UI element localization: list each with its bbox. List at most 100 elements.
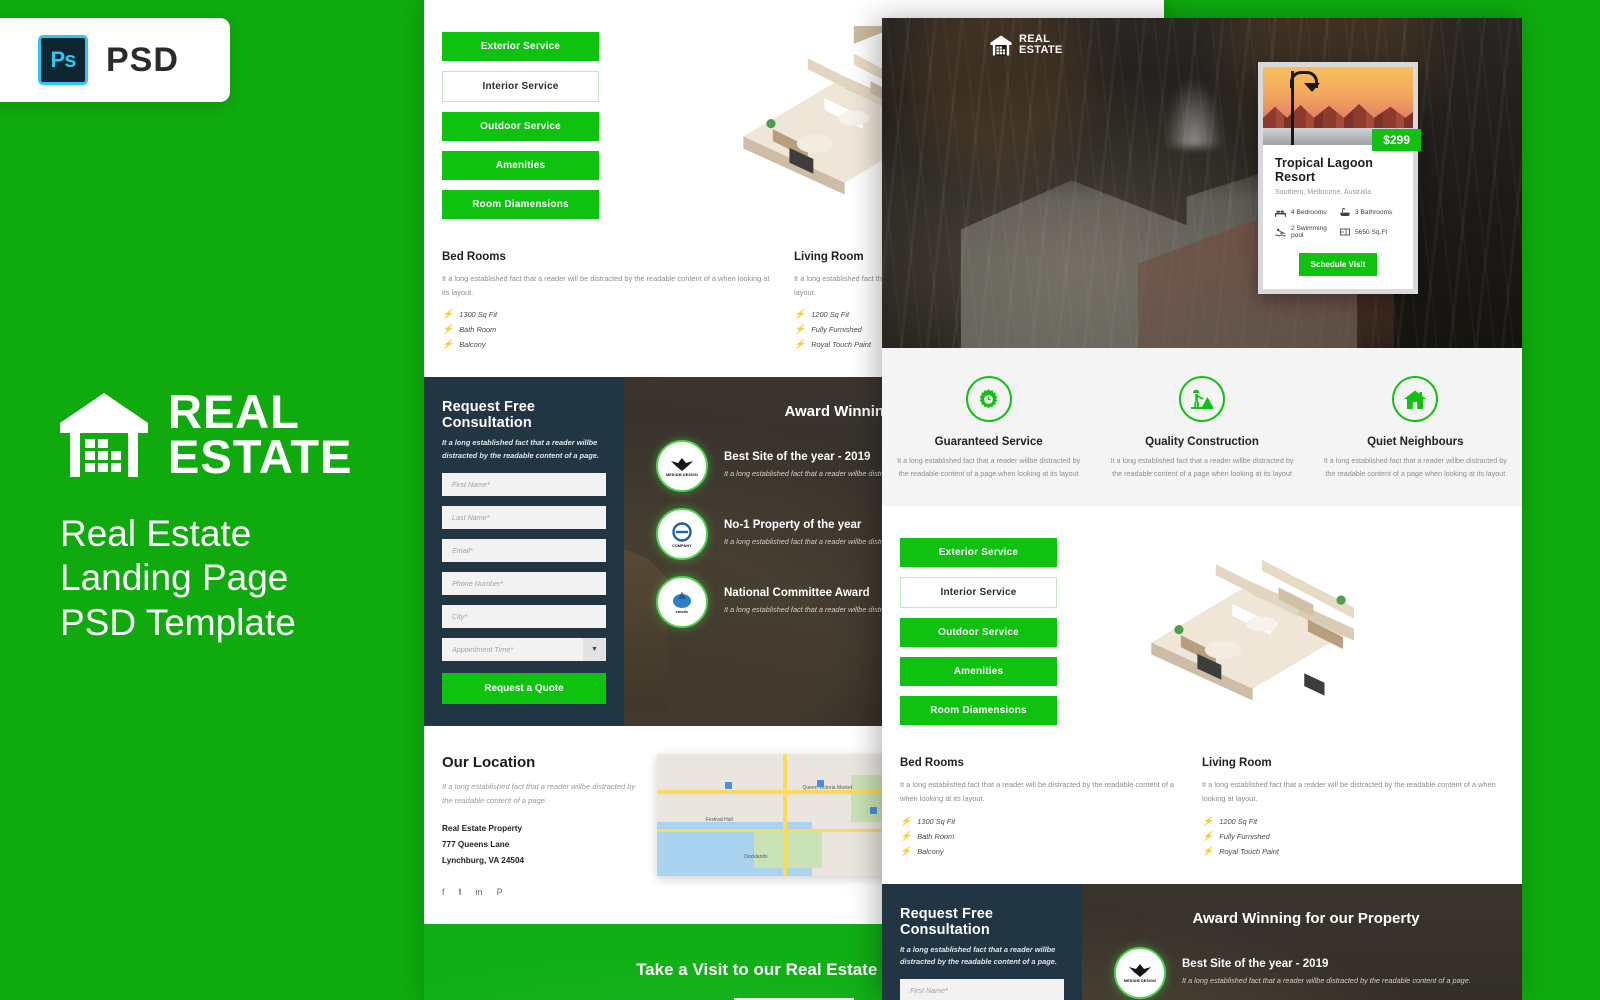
hero-smoke-art [1163, 77, 1224, 148]
feature-card-quality-construction: Quality Construction It a long establish… [1095, 376, 1308, 480]
service-button-room-dimensions[interactable]: Room Diamensions [900, 696, 1057, 726]
email-input[interactable] [442, 538, 606, 562]
brand-name-line2: ESTATE [168, 429, 353, 483]
room-feature-item: ⚡ 1300 Sq Fit [442, 310, 774, 320]
room-feature-item: ⚡ 1200 Sq Fit [1202, 815, 1502, 826]
feature-desc: It a long established fact that a reader… [897, 456, 1081, 478]
service-button-interior[interactable]: Interior Service [900, 577, 1057, 609]
city-input[interactable] [442, 604, 606, 628]
room-feature-item: ⚡ Bath Room [442, 324, 774, 335]
psd-badge: Ps PSD [0, 18, 230, 102]
company-circle-logo-icon: COMPANY [656, 508, 708, 561]
room-feature-label: Royal Touch Paint [1219, 846, 1279, 856]
preview-sheet-front: REAL ESTATE $299 Tropical Lagoon Resort … [882, 18, 1522, 1000]
room-desc: It a long established fact that a reader… [1202, 780, 1496, 803]
emotiv-logo-icon: emotiv [656, 576, 708, 629]
award-title: Best Site of the year - 2019 [1182, 957, 1329, 970]
social-links: f 𝐭 in P [442, 887, 639, 898]
room-feature-item: ⚡ 1300 Sq Fit [900, 816, 1182, 826]
twitter-icon[interactable]: 𝐭 [459, 887, 462, 898]
property-schedule-visit-button[interactable]: Schedule Visit [1299, 253, 1377, 276]
consultation-title: Request Free Consultation [442, 399, 536, 432]
service-button-room-dimensions[interactable]: Room Diamensions [442, 190, 599, 219]
features-section: Guaranteed Service It a long established… [882, 348, 1522, 507]
feature-title: Quiet Neighbours [1367, 436, 1464, 448]
room-feature-label: Bath Room [459, 325, 497, 335]
property-location: Southern, Melbourne, Australia [1275, 189, 1372, 196]
award-logo-caption: MEDIUM DESIGN [666, 472, 698, 477]
map-pin [724, 781, 732, 789]
spec-bedrooms: 4 Bedrooms [1275, 208, 1336, 217]
service-button-amenities[interactable]: Amenities [442, 151, 599, 180]
room-feature-label: Bath Room [917, 831, 955, 841]
brand-subtitle: Real Estate Landing Page PSD Template [60, 512, 296, 645]
bolt-icon: ⚡ [1202, 815, 1214, 826]
first-name-input[interactable] [900, 978, 1064, 1000]
photoshop-icon: Ps [38, 35, 88, 85]
room-feature-label: 1200 Sq Fit [1219, 816, 1258, 826]
bolt-icon: ⚡ [794, 324, 806, 335]
rooms-section: Bed Rooms It a long established fact tha… [882, 757, 1522, 883]
property-details: Tropical Lagoon Resort Southern, Melbour… [1263, 145, 1413, 289]
request-quote-button[interactable]: Request a Quote [442, 672, 606, 704]
bolt-icon: ⚡ [794, 309, 806, 320]
consultation-title: Request Free Consultation [900, 905, 994, 938]
consultation-award-band: Request Free Consultation It a long esta… [882, 883, 1522, 1000]
room-feature-label: 1300 Sq Fit [459, 310, 498, 320]
service-button-outdoor[interactable]: Outdoor Service [442, 112, 599, 141]
address-line-2: 777 Queens Lane [442, 839, 510, 849]
appointment-time-input[interactable] [442, 637, 606, 661]
property-card: $299 Tropical Lagoon Resort Southern, Me… [1258, 62, 1421, 294]
pinterest-icon[interactable]: P [497, 887, 503, 898]
facebook-icon[interactable]: f [442, 887, 445, 898]
service-button-interior[interactable]: Interior Service [442, 71, 599, 102]
consultation-form-a: Request Free Consultation It a long esta… [424, 377, 624, 726]
room-card-bedrooms-a: Bed Rooms It a long established fact tha… [424, 251, 794, 355]
room-feature-label: Fully Furnished [811, 325, 862, 335]
room-feature-item: ⚡ Balcony [900, 845, 1182, 856]
feature-desc: It a long established fact that a reader… [1110, 456, 1294, 478]
first-name-input[interactable] [442, 472, 606, 496]
spec-label: 2 Swimming pool [1291, 225, 1327, 239]
room-feature-label: Balcony [917, 846, 944, 856]
feature-desc: It a long established fact that a reader… [1323, 456, 1507, 478]
map-road [783, 753, 788, 876]
linkedin-icon[interactable]: in [476, 887, 483, 898]
brand-subtitle-line3: PSD Template [60, 601, 296, 643]
service-button-outdoor[interactable]: Outdoor Service [900, 618, 1057, 648]
spec-pool: 2 Swimming pool [1275, 225, 1336, 239]
services-section: Exterior Service Interior Service Outdoo… [882, 506, 1522, 757]
bolt-icon: ⚡ [900, 845, 912, 856]
brand-panel: Ps PSD REAL ESTATE Real Estate Landing P… [0, 0, 430, 1000]
brand-subtitle-line2: Landing Page [60, 557, 289, 599]
room-feature-label: 1300 Sq Fit [917, 816, 956, 826]
service-buttons: Exterior Service Interior Service Outdoo… [882, 532, 1057, 735]
bolt-icon: ⚡ [900, 830, 912, 841]
room-feature-label: Fully Furnished [1219, 831, 1270, 841]
address-line-3: Lynchburg, VA 24504 [442, 855, 525, 865]
property-specs: 4 Bedrooms 3 Bathrooms 2 Swimming pool 5… [1275, 208, 1401, 239]
nav-logo[interactable]: REAL ESTATE [990, 33, 1063, 57]
service-button-exterior[interactable]: Exterior Service [900, 538, 1057, 568]
street-lamp-icon [1290, 71, 1320, 145]
location-subtitle: It a long established fact that a reader… [442, 781, 636, 805]
appointment-time-select[interactable]: ▼ [442, 628, 606, 661]
service-button-exterior[interactable]: Exterior Service [442, 32, 599, 61]
last-name-input[interactable] [442, 505, 606, 529]
floorplan-image [1057, 532, 1522, 734]
phone-input[interactable] [442, 571, 606, 595]
brand-wordmark: REAL ESTATE [168, 388, 353, 483]
award-logo-caption: MEDIUM DESIGN [1124, 979, 1156, 984]
service-button-amenities[interactable]: Amenities [900, 657, 1057, 687]
chevron-down-icon[interactable]: ▼ [583, 637, 606, 661]
spec-label: 5650 Sq.Ft [1355, 228, 1388, 236]
bolt-icon: ⚡ [442, 324, 454, 335]
room-feature-label: Royal Touch Paint [811, 340, 871, 350]
pool-icon [1275, 228, 1286, 236]
room-feature-item: ⚡ Bath Room [900, 830, 1182, 841]
nav-logo-line2: ESTATE [1019, 44, 1063, 57]
room-feature-label: 1200 Sq Fit [811, 310, 850, 320]
construction-worker-icon [1178, 376, 1225, 422]
room-feature-list: ⚡ 1300 Sq Fit ⚡ Bath Room ⚡ Balcony [442, 310, 774, 350]
map-pin [817, 780, 825, 788]
